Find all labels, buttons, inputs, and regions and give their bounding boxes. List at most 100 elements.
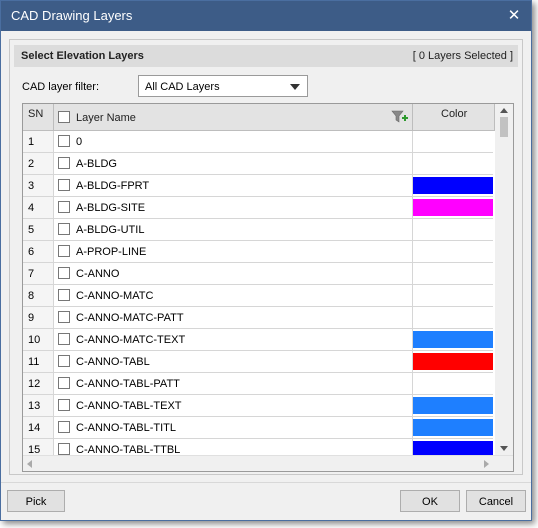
table-row[interactable]: 2 A-BLDG (23, 153, 493, 175)
row-sn: 3 (28, 180, 35, 192)
row-checkbox[interactable] (58, 179, 70, 191)
color-swatch (413, 419, 493, 436)
scroll-right-icon[interactable] (484, 460, 489, 468)
row-color-cell[interactable] (413, 197, 493, 218)
table-row[interactable]: 14 C-ANNO-TABL-TITL (23, 417, 493, 439)
horizontal-scrollbar[interactable] (23, 455, 513, 471)
pick-button[interactable]: Pick (7, 490, 65, 512)
layer-name: A-BLDG-UTIL (76, 224, 145, 236)
table-row[interactable]: 10 C-ANNO-MATC-TEXT (23, 329, 493, 351)
row-checkbox[interactable] (58, 223, 70, 235)
row-color-cell[interactable] (413, 131, 493, 152)
row-checkbox[interactable] (58, 157, 70, 169)
scroll-left-icon[interactable] (27, 460, 32, 468)
table-row[interactable]: 9 C-ANNO-MATC-PATT (23, 307, 493, 329)
header-sn-label: SN (28, 108, 44, 120)
row-sn: 12 (28, 378, 41, 390)
table-row[interactable]: 4 A-BLDG-SITE (23, 197, 493, 219)
layer-name: C-ANNO-TABL (76, 356, 150, 368)
row-checkbox[interactable] (58, 333, 70, 345)
layer-name: A-BLDG-SITE (76, 202, 146, 214)
row-checkbox[interactable] (58, 399, 70, 411)
row-checkbox[interactable] (58, 135, 70, 147)
color-swatch (413, 397, 493, 414)
row-color-cell[interactable] (413, 241, 493, 262)
header-sn: SN (23, 104, 54, 131)
row-color-cell[interactable] (413, 263, 493, 284)
row-sn: 6 (28, 246, 35, 258)
layer-name: A-PROP-LINE (76, 246, 147, 258)
row-sn: 8 (28, 290, 35, 302)
table-row[interactable]: 10 (23, 131, 493, 153)
close-icon[interactable]: ✕ (503, 5, 525, 27)
row-color-cell[interactable] (413, 175, 493, 196)
row-color-cell[interactable] (413, 329, 493, 350)
layers-panel: Select Elevation Layers [ 0 Layers Selec… (9, 39, 523, 475)
scroll-up-icon[interactable] (500, 108, 508, 113)
row-checkbox[interactable] (58, 289, 70, 301)
row-sn: 7 (28, 268, 35, 280)
row-color-cell[interactable] (413, 307, 493, 328)
row-sn: 4 (28, 202, 35, 214)
row-sn-cell: 13 (23, 395, 54, 416)
row-color-cell[interactable] (413, 153, 493, 174)
color-swatch (413, 177, 493, 194)
table-row[interactable]: 8 C-ANNO-MATC (23, 285, 493, 307)
scroll-down-icon[interactable] (500, 446, 508, 451)
row-sn: 1 (28, 136, 35, 148)
row-name-cell: C-ANNO-MATC-PATT (54, 307, 413, 328)
row-name-cell: 0 (54, 131, 413, 152)
row-color-cell[interactable] (413, 417, 493, 438)
scroll-thumb[interactable] (500, 117, 508, 137)
layers-grid: SN Layer Name Color 1 0 2 A-BLDG 3 A-BLDG-FPR… (22, 103, 514, 472)
row-name-cell: C-ANNO-TABL-TEXT (54, 395, 413, 416)
row-checkbox[interactable] (58, 311, 70, 323)
table-row[interactable]: 3 A-BLDG-FPRT (23, 175, 493, 197)
ok-button[interactable]: OK (400, 490, 460, 512)
header-layer-name-label: Layer Name (76, 112, 136, 124)
row-color-cell[interactable] (413, 351, 493, 372)
grid-rows: 1 0 2 A-BLDG 3 A-BLDG-FPRT 4 A-BLDG-SITE 5 A-BLDG… (23, 131, 493, 461)
color-swatch (413, 199, 493, 216)
layer-name: C-ANNO-MATC-PATT (76, 312, 184, 324)
table-row[interactable]: 6 A-PROP-LINE (23, 241, 493, 263)
row-sn-cell: 12 (23, 373, 54, 394)
row-color-cell[interactable] (413, 373, 493, 394)
cad-layer-filter-select[interactable]: All CAD Layers (138, 75, 308, 97)
table-row[interactable]: 13 C-ANNO-TABL-TEXT (23, 395, 493, 417)
row-color-cell[interactable] (413, 219, 493, 240)
row-name-cell: C-ANNO-TABL-TITL (54, 417, 413, 438)
row-name-cell: A-BLDG (54, 153, 413, 174)
row-sn-cell: 9 (23, 307, 54, 328)
row-checkbox[interactable] (58, 421, 70, 433)
row-color-cell[interactable] (413, 285, 493, 306)
vertical-scrollbar[interactable] (495, 104, 513, 455)
row-checkbox[interactable] (58, 443, 70, 455)
row-checkbox[interactable] (58, 377, 70, 389)
row-checkbox[interactable] (58, 245, 70, 257)
layer-name: A-BLDG-FPRT (76, 180, 150, 192)
row-name-cell: A-BLDG-FPRT (54, 175, 413, 196)
table-row[interactable]: 11 C-ANNO-TABL (23, 351, 493, 373)
row-checkbox[interactable] (58, 355, 70, 367)
row-checkbox[interactable] (58, 267, 70, 279)
row-sn: 10 (28, 334, 41, 346)
row-checkbox[interactable] (58, 201, 70, 213)
table-row[interactable]: 7 C-ANNO (23, 263, 493, 285)
row-color-cell[interactable] (413, 395, 493, 416)
table-row[interactable]: 5 A-BLDG-UTIL (23, 219, 493, 241)
row-name-cell: C-ANNO-MATC-TEXT (54, 329, 413, 350)
layer-name: C-ANNO (76, 268, 120, 280)
row-sn: 14 (28, 422, 41, 434)
panel-title: Select Elevation Layers (21, 50, 144, 62)
color-swatch (413, 331, 493, 348)
table-row[interactable]: 12 C-ANNO-TABL-PATT (23, 373, 493, 395)
row-sn: 5 (28, 224, 35, 236)
row-sn-cell: 6 (23, 241, 54, 262)
layer-name: 0 (76, 136, 83, 148)
header-color: Color (413, 104, 495, 131)
select-all-checkbox[interactable] (58, 111, 70, 123)
cancel-button[interactable]: Cancel (466, 490, 526, 512)
row-sn-cell: 10 (23, 329, 54, 350)
filter-add-icon[interactable] (391, 110, 408, 124)
